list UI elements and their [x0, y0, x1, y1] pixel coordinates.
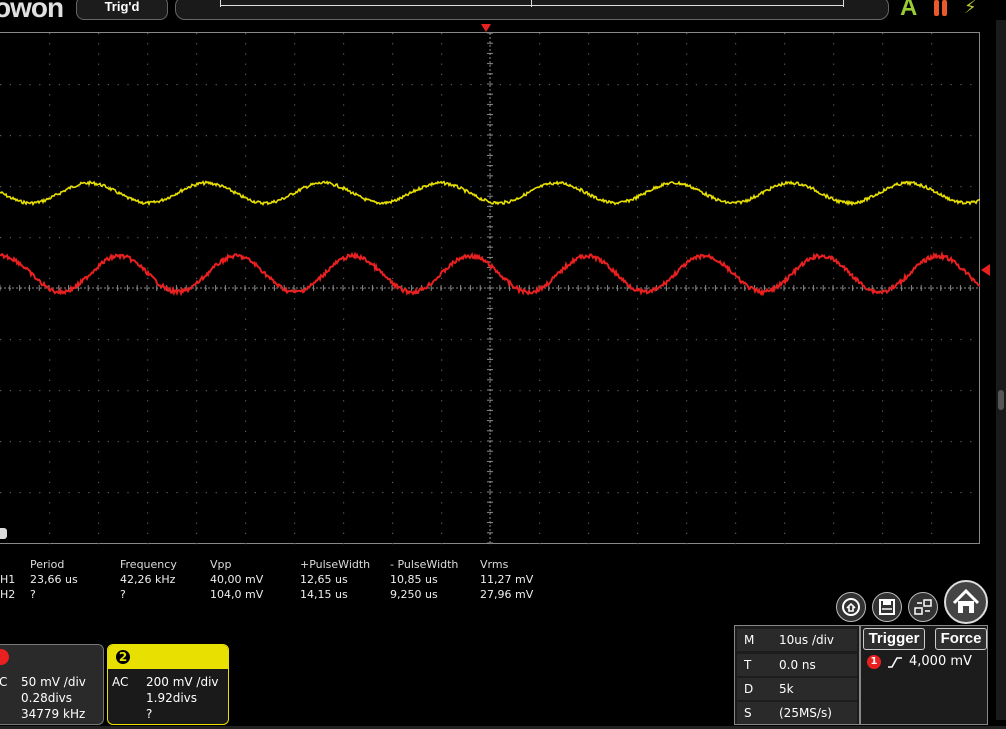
- waveform-traces: [0, 179, 980, 297]
- measurement-column-frequency: Frequency 42,26 kHz ?: [120, 558, 177, 603]
- ch1-waveform-trace: [0, 179, 980, 207]
- ch1-offset: 0.28divs: [21, 691, 73, 705]
- measurement-column-vpp: Vpp 40,00 mV 104,0 mV: [210, 558, 263, 603]
- measurement-value: 104,0 mV: [210, 588, 264, 601]
- measurement-value: 9,250 us: [390, 588, 438, 601]
- trigger-button[interactable]: Trigger: [863, 628, 925, 650]
- timebase-row-m[interactable]: M 10us /div: [737, 629, 857, 651]
- timebar-line: [220, 5, 844, 6]
- measurement-column-period: Period 23,66 us ?: [30, 558, 78, 603]
- measurement-value: 10,85 us: [390, 573, 438, 586]
- trigger-level: 4,000 mV: [909, 654, 972, 669]
- top-bar: owon Trig'd A ⚡: [0, 0, 1006, 23]
- measurement-row-labels: H1 H2: [0, 558, 15, 603]
- measurement-value: 12,65 us: [300, 573, 348, 586]
- timebase-value: 10us /div: [779, 633, 835, 647]
- ch2-scale: 200 mV /div: [146, 675, 219, 689]
- timebase-value: 0.0 ns: [779, 658, 816, 672]
- timebar-tick: [531, 0, 532, 7]
- timebase-value: (25MS/s): [779, 706, 832, 720]
- save-icon[interactable]: [872, 592, 902, 622]
- ch2-offset: 1.92divs: [146, 691, 198, 705]
- measurement-value: 40,00 mV: [210, 573, 264, 586]
- measurement-header: - PulseWidth: [390, 558, 459, 571]
- rising-edge-icon: [888, 656, 902, 668]
- measurement-value: 23,66 us: [30, 573, 78, 586]
- measurement-column-pos-pulsewidth: +PulseWidth 12,65 us 14,15 us: [300, 558, 370, 603]
- side-scroll-track[interactable]: [996, 20, 1006, 720]
- trigger-level-marker[interactable]: [981, 264, 990, 276]
- side-scroll-thumb[interactable]: [998, 390, 1004, 410]
- measurement-header: Vpp: [210, 558, 232, 571]
- ch1-badge-icon: [0, 649, 9, 665]
- timebar-tick: [843, 0, 844, 7]
- home-display-icon[interactable]: [836, 592, 866, 622]
- measurement-header: Vrms: [480, 558, 509, 571]
- waveform-display[interactable]: [0, 32, 980, 545]
- ch2-frequency: ?: [146, 707, 153, 721]
- timebase-key: S: [744, 706, 752, 720]
- measurement-row-label: H2: [0, 588, 16, 601]
- home-icon[interactable]: [944, 580, 988, 624]
- measurement-value: ?: [30, 588, 36, 601]
- measurement-value: 11,27 mV: [480, 573, 534, 586]
- power-bolt-icon: ⚡: [964, 0, 977, 18]
- force-button[interactable]: Force: [935, 628, 987, 650]
- acquire-mode-indicator[interactable]: A: [900, 0, 917, 22]
- measurement-column-neg-pulsewidth: - PulseWidth 10,85 us 9,250 us: [390, 558, 458, 603]
- measurement-header: +PulseWidth: [300, 558, 371, 571]
- timebase-key: T: [744, 658, 752, 672]
- horizontal-position-bar[interactable]: [175, 0, 889, 20]
- measurement-value: 27,96 mV: [480, 588, 534, 601]
- trigger-panel[interactable]: Trigger Force 1 4,000 mV: [860, 625, 988, 725]
- measurement-header: Period: [30, 558, 65, 571]
- ch1-frequency: 34779 kHz: [21, 707, 86, 721]
- measurement-value: 14,15 us: [300, 588, 348, 601]
- ch1-coupling: C: [0, 675, 8, 689]
- ch2-badge-icon: 2: [115, 649, 131, 665]
- ch1-settings-panel[interactable]: C 50 mV /div 0.28divs 34779 kHz: [0, 644, 104, 725]
- timebar-tick: [220, 0, 221, 7]
- layout-icon[interactable]: [908, 592, 938, 622]
- measurement-row-label: H1: [0, 573, 16, 586]
- measurement-header: Frequency: [120, 558, 177, 571]
- ch1-scale: 50 mV /div: [21, 675, 86, 689]
- timebase-row-t[interactable]: T 0.0 ns: [737, 654, 857, 676]
- ch2-settings-panel[interactable]: 2 AC 200 mV /div 1.92divs ?: [107, 644, 229, 725]
- timebase-row-s[interactable]: S (25MS/s): [737, 702, 857, 724]
- timebase-row-d[interactable]: D 5k: [737, 678, 857, 700]
- ch2-waveform-trace: [0, 250, 980, 297]
- trigger-source-badge: 1: [867, 654, 881, 669]
- channel-ground-marker[interactable]: [0, 528, 7, 539]
- trigger-status-badge[interactable]: Trig'd: [76, 0, 168, 20]
- measurement-value: 42,26 kHz: [120, 573, 176, 586]
- timebase-key: M: [744, 633, 755, 647]
- measurement-column-vrms: Vrms 11,27 mV 27,96 mV: [480, 558, 533, 603]
- measurement-value: ?: [120, 588, 126, 601]
- timebase-panel[interactable]: M 10us /div T 0.0 ns D 5k S (25MS/s): [734, 625, 860, 725]
- trigger-info: 1 4,000 mV: [867, 654, 972, 669]
- ch2-coupling: AC: [112, 675, 129, 689]
- run-pause-icon[interactable]: [934, 0, 948, 16]
- timebase-value: 5k: [779, 682, 794, 696]
- timebase-key: D: [744, 682, 754, 696]
- brand-logo: owon: [0, 0, 64, 23]
- trigger-position-marker[interactable]: [481, 24, 491, 32]
